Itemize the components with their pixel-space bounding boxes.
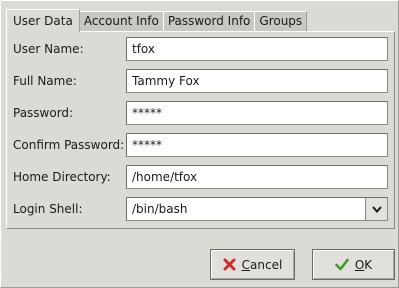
login-shell-dropdown-button[interactable]: [365, 198, 387, 220]
user-name-label: User Name:: [13, 42, 84, 56]
full-name-label: Full Name:: [13, 74, 77, 88]
full-name-field[interactable]: [126, 69, 388, 93]
password-label: Password:: [13, 106, 74, 120]
confirm-password-row: Confirm Password:: [7, 133, 394, 157]
cancel-x-icon: [223, 258, 236, 271]
login-shell-row: Login Shell: /bin/bash: [7, 197, 394, 221]
login-shell-label: Login Shell:: [13, 202, 83, 216]
home-directory-row: Home Directory:: [7, 165, 394, 189]
chevron-down-icon: [371, 205, 382, 213]
tab-bar: User Data Account Info Password Info Gro…: [6, 8, 308, 32]
checkmark-icon: [335, 258, 349, 271]
confirm-password-label: Confirm Password:: [13, 138, 125, 152]
user-data-panel: User Name: Full Name: Password: Confirm …: [6, 31, 395, 229]
password-row: Password:: [7, 101, 394, 125]
user-properties-dialog: User Data Account Info Password Info Gro…: [0, 0, 399, 288]
cancel-button[interactable]: Cancel: [210, 249, 295, 280]
full-name-row: Full Name:: [7, 69, 394, 93]
tab-user-data[interactable]: User Data: [6, 9, 80, 32]
tab-groups[interactable]: Groups: [254, 11, 308, 31]
confirm-password-field[interactable]: [126, 133, 388, 157]
login-shell-combobox[interactable]: /bin/bash: [126, 197, 388, 221]
user-name-row: User Name:: [7, 37, 394, 61]
ok-button-label: OK: [354, 257, 373, 272]
ok-button[interactable]: OK: [312, 249, 395, 280]
home-directory-label: Home Directory:: [13, 170, 111, 184]
login-shell-value[interactable]: /bin/bash: [132, 198, 187, 220]
tab-account-info[interactable]: Account Info: [78, 11, 164, 31]
home-directory-field[interactable]: [126, 165, 388, 189]
password-field[interactable]: [126, 101, 388, 125]
cancel-button-label: Cancel: [241, 257, 283, 272]
user-name-field[interactable]: [126, 37, 388, 61]
tab-password-info[interactable]: Password Info: [162, 11, 256, 31]
